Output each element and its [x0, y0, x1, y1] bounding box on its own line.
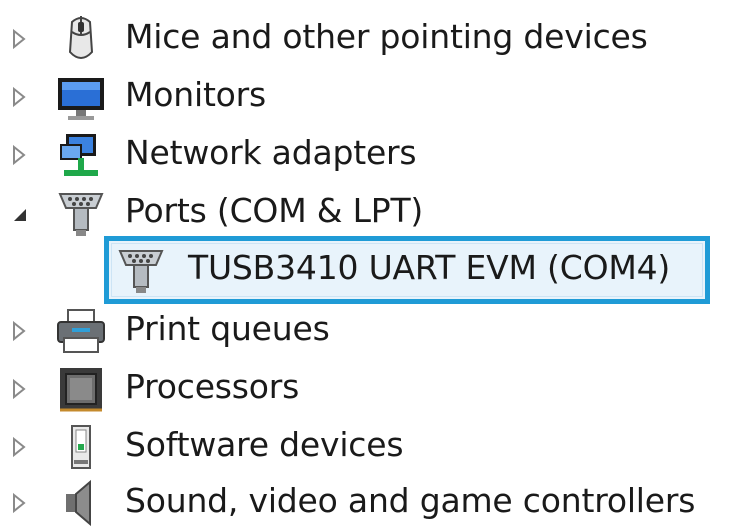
expand-arrow-icon[interactable]: [4, 83, 32, 111]
tree-item-monitors[interactable]: Monitors: [0, 68, 733, 126]
tree-item-mice[interactable]: Mice and other pointing devices: [0, 10, 733, 68]
tree-item-label: Software devices: [125, 425, 404, 464]
tree-item-sound-video-game-controllers[interactable]: Sound, video and game controllers: [0, 474, 733, 532]
port-connector-icon: [58, 193, 104, 236]
tree-item-label: Monitors: [125, 75, 267, 114]
tree-item-software-devices[interactable]: Software devices: [0, 418, 733, 476]
printer-icon: [57, 309, 105, 353]
tree-item-label: Mice and other pointing devices: [125, 17, 648, 56]
speaker-icon: [66, 479, 91, 527]
tree-item-label: TUSB3410 UART EVM (COM4): [188, 248, 671, 287]
expand-arrow-icon[interactable]: [4, 489, 32, 517]
tree-item-label: Sound, video and game controllers: [125, 481, 696, 520]
expand-arrow-icon[interactable]: [4, 25, 32, 53]
tree-item-label: Network adapters: [125, 133, 417, 172]
mouse-icon: [68, 16, 94, 59]
tree-item-tusb3410-uart-evm[interactable]: TUSB3410 UART EVM (COM4): [0, 241, 733, 299]
expand-arrow-icon[interactable]: [4, 317, 32, 345]
tree-item-processors[interactable]: Processors: [0, 360, 733, 418]
tree-item-network-adapters[interactable]: Network adapters: [0, 126, 733, 184]
software-device-icon: [71, 425, 91, 469]
expand-arrow-icon[interactable]: [4, 433, 32, 461]
expand-arrow-icon[interactable]: [4, 375, 32, 403]
collapse-arrow-icon[interactable]: [4, 199, 32, 227]
port-connector-icon: [118, 250, 164, 293]
processor-icon: [60, 368, 102, 412]
device-tree: Mice and other pointing devices Monitors: [0, 0, 733, 528]
tree-item-label: Ports (COM & LPT): [125, 191, 424, 230]
tree-item-print-queues[interactable]: Print queues: [0, 302, 733, 360]
expand-arrow-icon[interactable]: [4, 141, 32, 169]
tree-item-label: Print queues: [125, 309, 330, 348]
monitor-icon: [58, 78, 104, 120]
network-adapter-icon: [60, 134, 98, 176]
tree-item-label: Processors: [125, 367, 300, 406]
tree-item-ports[interactable]: Ports (COM & LPT): [0, 184, 733, 242]
